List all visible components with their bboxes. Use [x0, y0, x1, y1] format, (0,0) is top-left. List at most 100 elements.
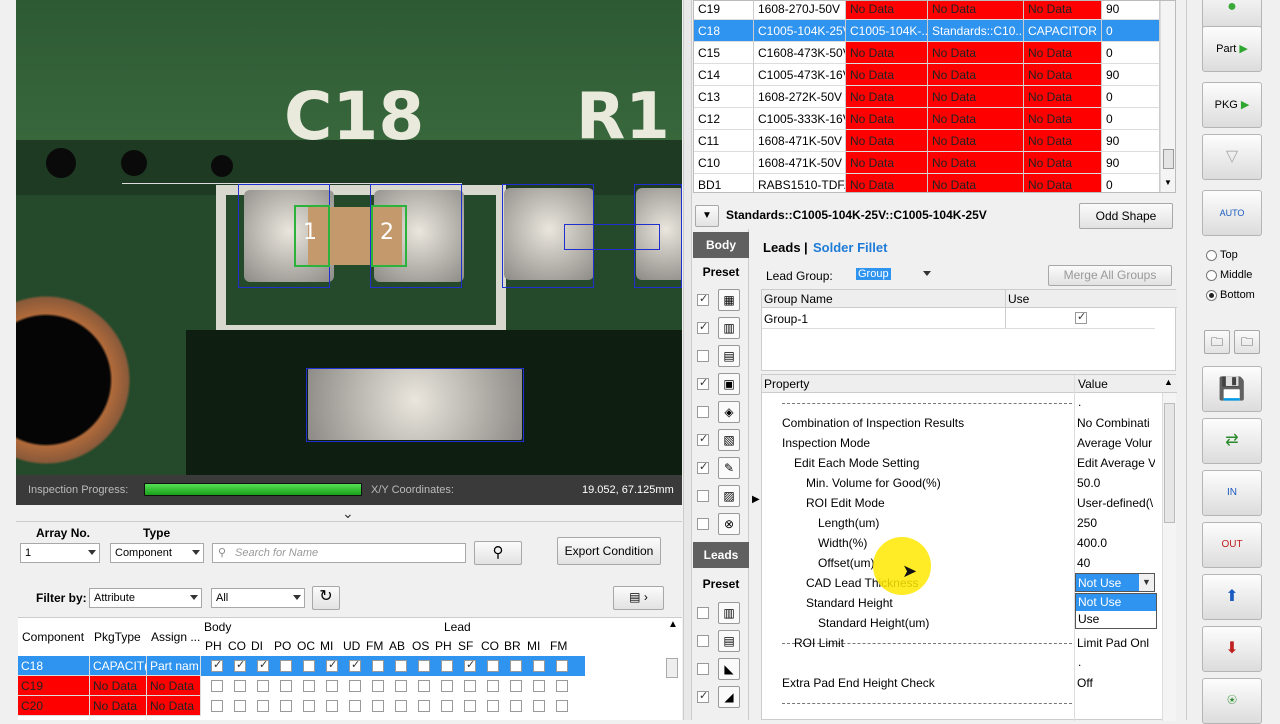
property-value[interactable]: 250 [1077, 516, 1155, 530]
inspection-checkbox[interactable] [372, 680, 384, 692]
inspection-checkbox[interactable] [556, 700, 568, 712]
table-cell[interactable]: 1608-471K-50V [754, 130, 846, 152]
filter-run-button[interactable]: ▽ [1202, 134, 1262, 180]
radio-top[interactable] [1206, 250, 1217, 261]
table-cell[interactable]: No Data [928, 174, 1024, 192]
inspection-checkbox[interactable] [533, 680, 545, 692]
inspection-type-icon[interactable]: ◣ [718, 658, 740, 680]
table-cell[interactable]: C1005-473K-16V [754, 64, 846, 86]
inspection-checkbox[interactable] [280, 680, 292, 692]
move-down-button[interactable]: ⬇ [1202, 626, 1262, 672]
inspection-checkbox[interactable] [372, 660, 384, 672]
inspection-checkbox[interactable] [418, 680, 430, 692]
table-row-component[interactable]: C20 [18, 696, 90, 716]
table-row-component[interactable]: C19 [18, 676, 90, 696]
inspection-checkbox[interactable] [234, 680, 246, 692]
inspection-checkbox[interactable] [349, 658, 361, 672]
table-cell[interactable]: 0 [1102, 86, 1160, 108]
inspection-checkbox[interactable] [257, 680, 269, 692]
property-row[interactable]: ROI Edit Mode User-defined(\ [770, 493, 1165, 513]
expand-arrow-icon[interactable]: ▶ [752, 494, 760, 505]
table-cell[interactable]: 0 [1102, 20, 1160, 42]
type-select[interactable]: Component [110, 543, 204, 563]
col-mi[interactable]: MI [527, 639, 540, 653]
table-row-pkgtype[interactable]: CAPACIT( [90, 656, 147, 676]
inspection-checkbox[interactable] [326, 680, 338, 692]
scroll-up-icon[interactable]: ▲ [668, 619, 678, 630]
table-cell[interactable]: Standards::C10... [928, 20, 1024, 42]
vertical-splitter[interactable] [683, 0, 692, 720]
inspection-checkbox[interactable] [556, 660, 568, 672]
property-value[interactable]: 40 [1077, 556, 1155, 570]
table-cell[interactable]: No Data [846, 130, 928, 152]
inspection-checkbox[interactable] [441, 700, 453, 712]
table-cell[interactable]: 90 [1102, 1, 1160, 20]
col-ph[interactable]: PH [205, 639, 222, 653]
dropdown-option-not-use[interactable]: Not Use [1076, 594, 1156, 611]
inspection-toggle[interactable] [697, 689, 709, 703]
col-mi[interactable]: MI [320, 639, 333, 653]
col-assign[interactable]: Assign ... [151, 630, 200, 644]
table-cell[interactable]: No Data [1024, 42, 1102, 64]
collapse-button[interactable]: ▼ [695, 205, 719, 227]
inspection-toggle[interactable] [697, 406, 709, 418]
tab-leads[interactable]: Leads [763, 240, 801, 255]
col-ph[interactable]: PH [435, 639, 452, 653]
group-row-name[interactable]: Group-1 [764, 312, 808, 326]
col-br[interactable]: BR [504, 639, 521, 653]
inspection-type-icon[interactable]: ◈ [718, 401, 740, 423]
roi-box[interactable] [564, 224, 660, 250]
property-row[interactable]: Min. Volume for Good(%) 50.0 [770, 473, 1165, 493]
property-value[interactable]: Off [1077, 676, 1155, 690]
property-value[interactable]: 400.0 [1077, 536, 1155, 550]
chevron-down-icon[interactable]: ⌄ [342, 505, 354, 522]
table-cell[interactable]: BD1 [694, 174, 754, 192]
dropdown-list[interactable]: Not Use Use [1075, 593, 1157, 629]
table-cell[interactable]: C11 [694, 130, 754, 152]
property-row[interactable]: Width(%) 400.0 [770, 533, 1165, 553]
property-row[interactable]: Combination of Inspection Results No Comb… [770, 413, 1165, 433]
joystick-button[interactable]: ⍟ [1202, 678, 1262, 724]
col-component[interactable]: Component [22, 630, 84, 644]
property-value[interactable]: User-defined(\ [1077, 496, 1155, 510]
pkg-run-button[interactable]: PKG ▶ [1202, 82, 1262, 128]
inspection-checkbox[interactable] [556, 680, 568, 692]
col-co[interactable]: CO [481, 639, 499, 653]
part-run-button[interactable]: Part ▶ [1202, 26, 1262, 72]
table-cell[interactable]: No Data [1024, 64, 1102, 86]
property-row[interactable]: Edit Each Mode Setting Edit Average V [770, 453, 1165, 473]
inspection-type-icon[interactable]: ▤ [718, 345, 740, 367]
inspection-toggle[interactable] [697, 292, 709, 306]
table-cell[interactable]: No Data [928, 1, 1024, 20]
array-select[interactable]: 1 [20, 543, 100, 563]
table-cell[interactable]: No Data [846, 86, 928, 108]
inspection-toggle[interactable] [697, 635, 709, 647]
inspection-checkbox[interactable] [303, 660, 315, 672]
inspection-type-icon[interactable]: ▨ [718, 485, 740, 507]
inspection-toggle[interactable] [697, 490, 709, 502]
col-ab[interactable]: AB [389, 639, 405, 653]
table-cell[interactable]: No Data [928, 152, 1024, 174]
property-value[interactable]: Edit Average V [1077, 456, 1155, 470]
table-cell[interactable]: C1005-104K-... [846, 20, 928, 42]
table-cell[interactable]: No Data [846, 174, 928, 192]
table-cell[interactable]: 1608-272K-50V [754, 86, 846, 108]
table-cell[interactable]: C13 [694, 86, 754, 108]
inspection-checkbox[interactable] [418, 660, 430, 672]
table-cell[interactable]: C12 [694, 108, 754, 130]
property-value[interactable]: 50.0 [1077, 476, 1155, 490]
col-oc[interactable]: OC [297, 639, 315, 653]
inspection-type-icon[interactable]: ▦ [718, 289, 740, 311]
inspection-checkbox[interactable] [349, 700, 361, 712]
merge-all-groups-button[interactable]: Merge All Groups [1048, 265, 1172, 286]
component-grid[interactable]: Component PkgType Assign ... Body Lead ▲… [18, 617, 682, 720]
import-button[interactable]: IN [1202, 470, 1262, 516]
body-button[interactable]: Body [693, 232, 749, 258]
inspection-type-icon[interactable]: ▥ [718, 317, 740, 339]
table-cell[interactable]: No Data [846, 42, 928, 64]
table-cell[interactable]: No Data [1024, 108, 1102, 130]
table-cell[interactable]: C1005-333K-16V [754, 108, 846, 130]
inspection-checkbox[interactable] [349, 680, 361, 692]
inspection-checkbox[interactable] [487, 680, 499, 692]
property-row[interactable]: Offset(um) 40 [770, 553, 1165, 573]
